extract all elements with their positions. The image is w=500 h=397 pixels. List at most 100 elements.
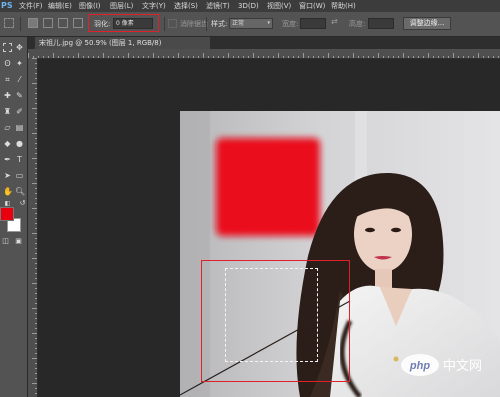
ruler-tick bbox=[293, 56, 294, 58]
ruler-tick bbox=[403, 53, 404, 58]
lasso-tool-icon[interactable]: ʘ bbox=[3, 59, 12, 68]
menu-image[interactable]: 图像(I) bbox=[79, 0, 101, 12]
pen-tool-icon[interactable]: ✒ bbox=[3, 155, 12, 164]
ruler-tick bbox=[32, 383, 37, 384]
antialias-label: 消除锯齿 bbox=[180, 20, 208, 28]
ruler-tick bbox=[68, 56, 69, 58]
divider bbox=[206, 17, 207, 31]
brush-tool-icon[interactable]: ✎ bbox=[15, 91, 24, 100]
ruler-tick bbox=[35, 188, 37, 189]
ruler-tick bbox=[35, 218, 37, 219]
menu-edit[interactable]: 编辑(E) bbox=[48, 0, 72, 12]
menu-type[interactable]: 文字(Y) bbox=[142, 0, 166, 12]
marquee-tool-icon[interactable] bbox=[3, 43, 12, 52]
marquee-tool-preset-icon[interactable] bbox=[4, 18, 14, 28]
ruler-tick bbox=[32, 133, 37, 134]
ruler-tick bbox=[35, 313, 37, 314]
document-tab[interactable]: 宋祖儿.jpg @ 50.9% (图层 1, RGB/8) bbox=[35, 37, 210, 49]
ruler-tick bbox=[43, 56, 44, 58]
ruler-tick bbox=[363, 56, 364, 58]
ruler-tick bbox=[298, 56, 299, 58]
ruler-tick bbox=[32, 283, 37, 284]
swap-colors-icon[interactable]: ↺ bbox=[18, 199, 27, 208]
blur-tool-icon[interactable]: ◆ bbox=[3, 139, 12, 148]
type-tool-icon[interactable]: T bbox=[15, 155, 24, 164]
crop-tool-icon[interactable]: ⌗ bbox=[3, 75, 12, 84]
feather-highlight-box bbox=[88, 14, 159, 32]
intersect-selection-icon[interactable] bbox=[73, 18, 83, 28]
move-tool-icon[interactable]: ✥ bbox=[15, 43, 24, 52]
ruler-tick bbox=[343, 56, 344, 58]
ruler-tick bbox=[35, 123, 37, 124]
ruler-tick bbox=[35, 143, 37, 144]
menu-window[interactable]: 窗口(W) bbox=[299, 0, 325, 12]
ruler-tick bbox=[123, 56, 124, 58]
ruler-tick bbox=[183, 56, 184, 58]
ruler-tick bbox=[35, 93, 37, 94]
ruler-tick bbox=[35, 148, 37, 149]
ruler-tick bbox=[35, 198, 37, 199]
ruler-tick bbox=[318, 56, 319, 58]
menu-select[interactable]: 选择(S) bbox=[174, 0, 198, 12]
ruler-tick bbox=[418, 56, 419, 58]
zoom-tool-icon[interactable]: 🔍︎ bbox=[15, 187, 25, 196]
ruler-tick bbox=[193, 56, 194, 58]
ruler-tick bbox=[48, 56, 49, 58]
ruler-tick bbox=[208, 56, 209, 58]
menu-view[interactable]: 视图(V) bbox=[267, 0, 291, 12]
refine-edge-button[interactable]: 调整边缘... bbox=[403, 17, 451, 30]
menu-3d[interactable]: 3D(D) bbox=[238, 0, 259, 12]
healing-brush-tool-icon[interactable]: ✚ bbox=[3, 91, 12, 100]
ruler-tick bbox=[288, 56, 289, 58]
height-input[interactable] bbox=[368, 18, 394, 29]
screen-mode-icon[interactable]: ▣ bbox=[14, 237, 23, 246]
menu-layer[interactable]: 图层(L) bbox=[110, 0, 133, 12]
swap-icon[interactable]: ⇄ bbox=[331, 17, 338, 26]
path-selection-tool-icon[interactable]: ➤ bbox=[3, 171, 12, 180]
ruler-tick bbox=[35, 368, 37, 369]
ruler-tick bbox=[35, 73, 37, 74]
php-logo-icon: php 中文网 bbox=[401, 354, 482, 376]
ruler-tick bbox=[388, 56, 389, 58]
foreground-color-swatch[interactable] bbox=[0, 207, 14, 221]
eyedropper-tool-icon[interactable]: ⁄ bbox=[15, 75, 24, 84]
divider bbox=[20, 17, 21, 31]
ruler-tick bbox=[35, 323, 37, 324]
ruler-tick bbox=[35, 243, 37, 244]
ruler-tick bbox=[308, 56, 309, 58]
ruler-tick bbox=[233, 56, 234, 58]
ruler-tick bbox=[35, 113, 37, 114]
ruler-tick bbox=[278, 53, 279, 58]
ruler-tick bbox=[32, 208, 37, 209]
antialias-checkbox[interactable] bbox=[168, 19, 177, 28]
magic-wand-tool-icon[interactable]: ✦ bbox=[15, 59, 24, 68]
ruler-tick bbox=[32, 333, 37, 334]
ruler-tick bbox=[258, 56, 259, 58]
menu-help[interactable]: 帮助(H) bbox=[331, 0, 356, 12]
ruler-tick bbox=[35, 268, 37, 269]
dodge-tool-icon[interactable]: ● bbox=[15, 139, 24, 148]
rectangle-tool-icon[interactable]: ▭ bbox=[15, 171, 24, 180]
hand-tool-icon[interactable]: ✋ bbox=[3, 187, 13, 196]
ruler-tick bbox=[35, 78, 37, 79]
history-brush-tool-icon[interactable]: ✐ bbox=[15, 107, 24, 116]
ruler-tick bbox=[463, 56, 464, 58]
gradient-tool-icon[interactable]: ▤ bbox=[15, 123, 24, 132]
ruler-tick bbox=[63, 56, 64, 58]
tools-panel: ✥ ʘ ✦ ⌗ ⁄ ✚ ✎ ♜ ✐ ▱ ▤ ◆ ● ✒ T ➤ ▭ ✋ 🔍︎ ◧… bbox=[0, 37, 28, 397]
style-select[interactable]: 正常 ▾ bbox=[229, 18, 273, 29]
clone-stamp-tool-icon[interactable]: ♜ bbox=[3, 107, 12, 116]
ruler-tick bbox=[35, 303, 37, 304]
width-input[interactable] bbox=[300, 18, 326, 29]
ruler-tick bbox=[35, 318, 37, 319]
ruler-tick bbox=[35, 138, 37, 139]
subtract-from-selection-icon[interactable] bbox=[58, 18, 68, 28]
eraser-tool-icon[interactable]: ▱ bbox=[3, 123, 12, 132]
quick-mask-icon[interactable]: ◫ bbox=[1, 237, 10, 246]
menu-filter[interactable]: 滤镜(T) bbox=[206, 0, 230, 12]
add-to-selection-icon[interactable] bbox=[43, 18, 53, 28]
new-selection-icon[interactable] bbox=[28, 18, 38, 28]
menu-file[interactable]: 文件(F) bbox=[19, 0, 43, 12]
ruler-tick bbox=[35, 88, 37, 89]
ruler-tick bbox=[373, 56, 374, 58]
